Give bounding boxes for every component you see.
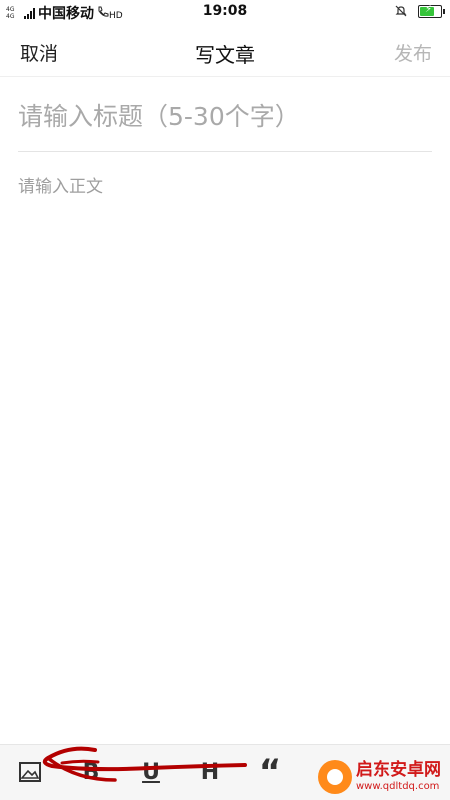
write-article-screen: 4G 4G 中国移动 HD 19:08 ⚡ 取消 写文章 发布 请输入标题（5-…	[0, 0, 450, 800]
bell-muted-icon	[395, 5, 407, 17]
article-title-input[interactable]	[18, 96, 432, 136]
status-right: ⚡	[394, 3, 445, 18]
header-divider	[0, 76, 450, 77]
watermark-text: 启东安卓网 www.qdltdq.com	[356, 762, 441, 792]
header-bar: 取消 写文章 发布	[0, 30, 450, 76]
article-body-input[interactable]	[18, 172, 432, 732]
quote-icon: “	[258, 752, 282, 792]
bold-icon: B	[82, 759, 100, 785]
image-icon	[19, 762, 41, 782]
page-title: 写文章	[195, 43, 255, 67]
bold-button[interactable]: B	[76, 757, 106, 787]
quote-button[interactable]: “	[255, 752, 285, 792]
site-watermark: 启东安卓网 www.qdltdq.com	[318, 757, 446, 797]
heading-icon: H	[200, 759, 220, 785]
watermark-logo-icon	[318, 760, 352, 794]
watermark-name: 启东安卓网	[356, 760, 441, 780]
title-divider	[18, 151, 432, 152]
underline-icon: U	[142, 759, 160, 785]
battery-icon: ⚡	[418, 3, 445, 18]
status-time: 19:08	[202, 3, 248, 19]
heading-button[interactable]: H	[195, 757, 225, 787]
charging-icon: ⚡	[425, 3, 433, 15]
underline-button[interactable]: U	[136, 757, 166, 787]
status-bar: 4G 4G 中国移动 HD 19:08 ⚡	[0, 0, 450, 24]
publish-button[interactable]: 发布	[394, 39, 432, 66]
insert-image-button[interactable]	[15, 757, 45, 787]
watermark-url: www.qdltdq.com	[356, 781, 440, 792]
